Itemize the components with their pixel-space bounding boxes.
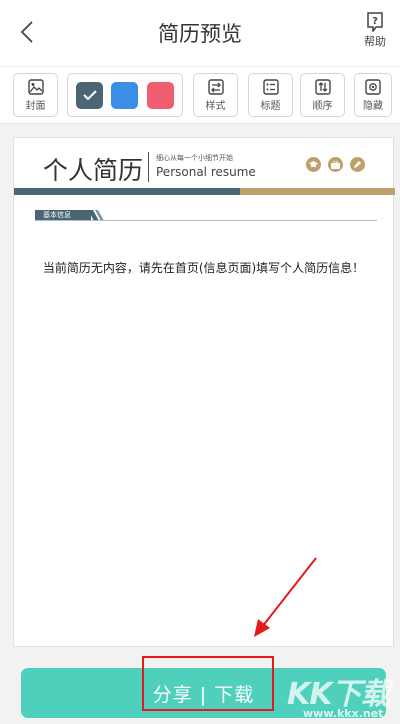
check-icon — [82, 90, 97, 101]
toolbar: 封面 样式 标题 顺序 隐藏 — [0, 66, 400, 124]
title-divider — [148, 152, 149, 182]
sort-icon — [314, 78, 331, 95]
section-divider — [35, 220, 377, 221]
order-button[interactable]: 顺序 — [300, 73, 345, 117]
svg-text:?: ? — [372, 16, 378, 27]
resume-subtitle: Personal resume — [156, 165, 256, 179]
watermark-url: www.kkx.net — [303, 707, 384, 720]
heading-button[interactable]: 标题 — [248, 73, 293, 117]
cover-button[interactable]: 封面 — [13, 73, 58, 117]
help-icon: ? — [367, 12, 383, 32]
eye-off-icon — [365, 78, 381, 95]
color-swatch-slate[interactable] — [76, 81, 104, 109]
hide-button[interactable]: 隐藏 — [354, 73, 392, 117]
style-button[interactable]: 样式 — [193, 73, 238, 117]
resume-title: 个人简历 — [43, 156, 144, 185]
annotation-highlight-box — [142, 656, 274, 711]
help-label: 帮助 — [364, 35, 386, 48]
swap-icon — [207, 78, 224, 95]
cover-label: 封面 — [25, 100, 46, 112]
style-label: 样式 — [205, 100, 226, 112]
header-bar-primary — [14, 188, 240, 195]
cap-icon — [306, 157, 321, 172]
app-header: 简历预览 ? 帮助 — [0, 0, 400, 66]
resume-slogan: 细心从每一个小细节开始 — [156, 154, 233, 162]
heading-label: 标题 — [260, 100, 281, 112]
header-bar-gold — [240, 188, 395, 195]
pencil-icon — [350, 157, 365, 172]
resume-header-icons — [306, 157, 365, 172]
help-button[interactable]: ? 帮助 — [362, 12, 388, 49]
list-icon — [262, 78, 279, 95]
image-icon — [27, 78, 44, 95]
color-swatch-group — [67, 73, 183, 117]
watermark-logo: KK下载 www.kkx.net — [283, 666, 395, 722]
color-swatch-blue[interactable] — [111, 81, 139, 109]
briefcase-icon — [328, 157, 343, 172]
color-swatch-pink[interactable] — [146, 81, 174, 109]
page-title: 简历预览 — [158, 22, 242, 46]
resume-preview: 个人简历 细心从每一个小细节开始 Personal resume 基本信息 当前… — [13, 137, 395, 647]
annotation-arrow — [254, 557, 317, 637]
empty-content-message: 当前简历无内容，请先在首页(信息页面)填写个人简历信息！ — [42, 261, 365, 275]
order-label: 顺序 — [312, 100, 333, 112]
hide-label: 隐藏 — [363, 100, 383, 112]
